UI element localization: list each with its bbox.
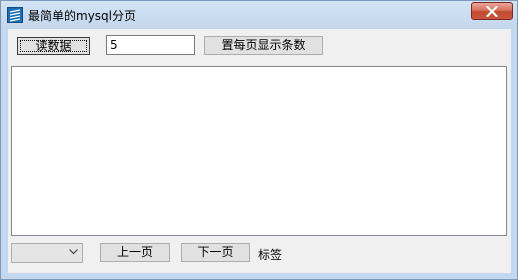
prev-page-button-label: 上一页: [116, 245, 153, 259]
app-window: 最简单的mysql分页 读数据 5 置每页显示条数 上一页 下一页 标签: [0, 0, 518, 280]
close-icon: [486, 6, 498, 17]
window-title: 最简单的mysql分页: [28, 9, 136, 23]
page-select-combo[interactable]: [11, 243, 83, 263]
chevron-down-icon: [69, 249, 78, 255]
close-button[interactable]: [471, 2, 513, 20]
prev-page-button[interactable]: 上一页: [100, 243, 170, 262]
app-icon: [7, 7, 23, 23]
next-page-button-label: 下一页: [197, 245, 234, 259]
data-listbox[interactable]: [11, 66, 507, 236]
client-area: 读数据 5 置每页显示条数 上一页 下一页 标签: [8, 29, 511, 273]
set-page-size-button-label: 置每页显示条数: [221, 38, 306, 52]
read-data-button[interactable]: 读数据: [17, 37, 90, 55]
focus-rect: [20, 40, 87, 52]
status-label: 标签: [258, 248, 283, 262]
page-size-input[interactable]: 5: [106, 35, 195, 55]
next-page-button[interactable]: 下一页: [181, 243, 250, 262]
set-page-size-button[interactable]: 置每页显示条数: [204, 36, 323, 55]
title-bar[interactable]: 最简单的mysql分页: [1, 1, 517, 29]
